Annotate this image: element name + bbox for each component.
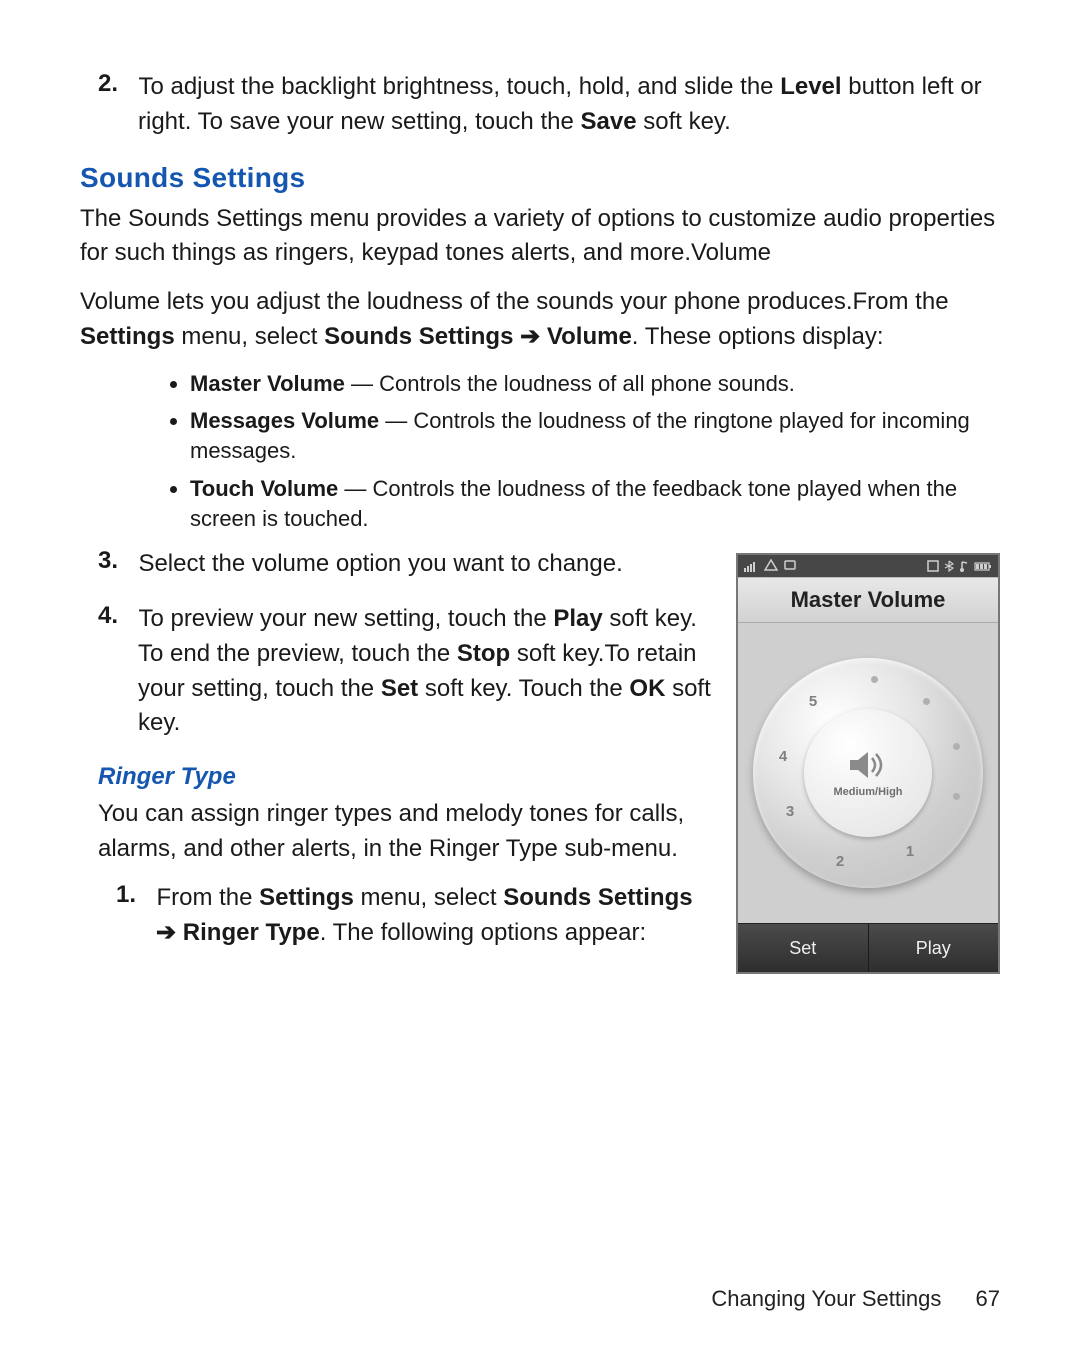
step-4-number: 4. bbox=[98, 602, 134, 630]
ringer-step-1-text: From the Settings menu, select Sounds Se… bbox=[156, 884, 693, 946]
term-save: Save bbox=[580, 108, 636, 135]
volume-wheel[interactable]: 1 2 3 4 5 bbox=[753, 658, 983, 888]
arrow-icon: ➔ bbox=[156, 919, 183, 946]
volume-options-list: Master Volume — Controls the loudness of… bbox=[80, 369, 1000, 533]
lower-block: Master Volume 1 2 3 4 5 bbox=[80, 547, 1000, 984]
option-master-volume: Master Volume bbox=[190, 371, 345, 396]
text-fragment: soft key. bbox=[637, 108, 731, 135]
battery-icon bbox=[974, 560, 992, 572]
softkey-bar: Set Play bbox=[738, 923, 998, 972]
phone-figure: Master Volume 1 2 3 4 5 bbox=[736, 553, 1000, 974]
term-ok: OK bbox=[629, 675, 665, 702]
speaker-icon bbox=[833, 748, 902, 782]
list-item: Messages Volume — Controls the loudness … bbox=[190, 406, 1000, 465]
dial-dot bbox=[923, 698, 930, 705]
text-fragment: . The following options appear: bbox=[320, 919, 646, 946]
step-4-text: To preview your new setting, touch the P… bbox=[138, 605, 711, 736]
dial-number-4: 4 bbox=[771, 748, 795, 766]
text-fragment: menu, select bbox=[175, 323, 324, 350]
text-fragment: To adjust the backlight brightness, touc… bbox=[138, 73, 780, 100]
ringer-step-1-number: 1. bbox=[116, 881, 152, 909]
card-icon bbox=[784, 559, 796, 574]
term-set: Set bbox=[381, 675, 418, 702]
nav-icon bbox=[764, 559, 778, 574]
manual-page: 2. To adjust the backlight brightness, t… bbox=[0, 0, 1080, 1368]
step-2: 2. To adjust the backlight brightness, t… bbox=[80, 70, 1000, 140]
softkey-set[interactable]: Set bbox=[738, 924, 868, 972]
text-fragment: soft key. Touch the bbox=[418, 675, 629, 702]
dial-number-2: 2 bbox=[828, 853, 852, 871]
dial-number-3: 3 bbox=[778, 803, 802, 821]
dial-number-1: 1 bbox=[898, 843, 922, 861]
list-item: Master Volume — Controls the loudness of… bbox=[190, 369, 1000, 399]
dial-number-5: 5 bbox=[801, 693, 825, 711]
text-fragment: . These options display: bbox=[632, 323, 884, 350]
term-settings: Settings bbox=[80, 323, 175, 350]
sounds-intro: The Sounds Settings menu provides a vari… bbox=[80, 202, 1000, 272]
footer-section: Changing Your Settings bbox=[711, 1286, 941, 1311]
text-fragment: menu, select bbox=[354, 884, 503, 911]
page-footer: Changing Your Settings 67 bbox=[711, 1286, 1000, 1312]
term-volume: Volume bbox=[547, 323, 632, 350]
term-sounds-settings: Sounds Settings bbox=[503, 884, 692, 911]
step-3-number: 3. bbox=[98, 547, 134, 575]
text-fragment: To preview your new setting, touch the bbox=[138, 605, 553, 632]
volume-dial-area: 1 2 3 4 5 bbox=[738, 623, 998, 923]
signal-icon bbox=[744, 560, 758, 572]
list-item: Touch Volume — Controls the loudness of … bbox=[190, 474, 1000, 533]
term-settings: Settings bbox=[259, 884, 354, 911]
term-level: Level bbox=[780, 73, 841, 100]
volume-intro: Volume lets you adjust the loudness of t… bbox=[80, 285, 1000, 355]
status-bar bbox=[738, 555, 998, 577]
term-ringer-type: Ringer Type bbox=[183, 919, 320, 946]
phone-title: Master Volume bbox=[738, 577, 998, 623]
music-icon bbox=[959, 560, 969, 572]
option-touch-volume: Touch Volume bbox=[190, 476, 338, 501]
step-2-text: To adjust the backlight brightness, touc… bbox=[138, 73, 982, 135]
heading-sounds-settings: Sounds Settings bbox=[80, 162, 1000, 194]
dial-level-label: Medium/High bbox=[833, 786, 902, 798]
dial-hub: Medium/High bbox=[804, 709, 932, 837]
text-fragment: Volume lets you adjust the loudness of t… bbox=[80, 288, 949, 315]
arrow-icon: ➔ bbox=[513, 323, 546, 350]
step-3-text: Select the volume option you want to cha… bbox=[138, 550, 622, 577]
dial-dot bbox=[953, 743, 960, 750]
option-messages-volume: Messages Volume bbox=[190, 408, 379, 433]
phone-screen: Master Volume 1 2 3 4 5 bbox=[736, 553, 1000, 974]
dial-dot bbox=[953, 793, 960, 800]
dial-dot bbox=[871, 676, 878, 683]
bluetooth-icon bbox=[944, 560, 954, 572]
step-2-number: 2. bbox=[98, 70, 134, 98]
softkey-play[interactable]: Play bbox=[868, 924, 999, 972]
option-desc: — Controls the loudness of all phone sou… bbox=[345, 371, 795, 396]
term-play: Play bbox=[553, 605, 602, 632]
screen-icon bbox=[927, 560, 939, 572]
footer-page-number: 67 bbox=[976, 1286, 1000, 1311]
text-fragment: From the bbox=[156, 884, 259, 911]
term-sounds-settings: Sounds Settings bbox=[324, 323, 513, 350]
term-stop: Stop bbox=[457, 640, 510, 667]
